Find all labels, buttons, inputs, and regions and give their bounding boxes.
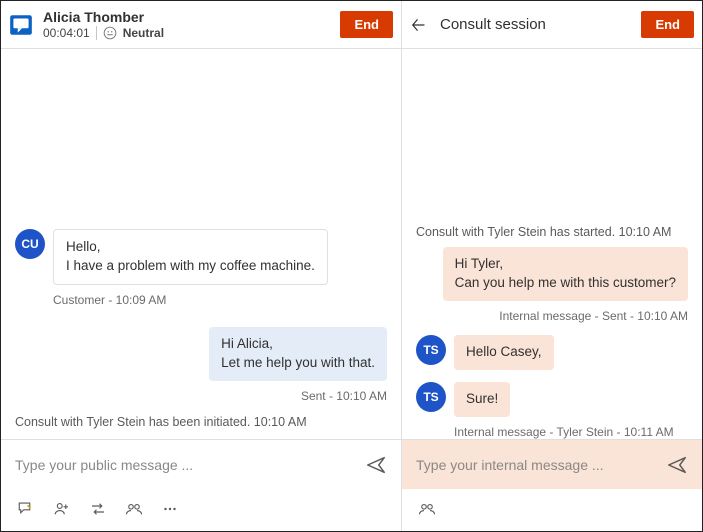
agent-message: Hi Alicia, Let me help you with that.: [15, 327, 387, 381]
transfer-icon[interactable]: [89, 500, 107, 518]
message-meta: Internal message - Tyler Stein - 10:11 A…: [454, 425, 688, 439]
back-icon[interactable]: [408, 15, 428, 35]
consult-avatar: TS: [416, 335, 446, 365]
message-bubble: Hi Alicia, Let me help you with that.: [209, 327, 387, 381]
message-line: I have a problem with my coffee machine.: [66, 257, 315, 276]
internal-in-message: TS Hello Casey,: [416, 335, 688, 370]
internal-composer: [402, 439, 702, 489]
end-consult-button[interactable]: End: [641, 11, 694, 38]
message-bubble: Hi Tyler, Can you help me with this cust…: [443, 247, 688, 301]
consult-header: Consult session End: [402, 1, 702, 49]
session-timer: 00:04:01: [43, 26, 90, 40]
end-customer-button[interactable]: End: [340, 11, 393, 38]
message-bubble: Hello Casey,: [454, 335, 554, 370]
message-line: Hello,: [66, 238, 315, 257]
message-line: Hi Alicia,: [221, 335, 375, 354]
customer-messages: CU Hello, I have a problem with my coffe…: [1, 49, 401, 439]
consult-title: Consult session: [440, 16, 633, 33]
message-meta: Customer - 10:09 AM: [53, 293, 387, 307]
customer-header: Alicia Thomber 00:04:01 Neutral End: [1, 1, 401, 49]
quick-reply-icon[interactable]: [17, 500, 35, 518]
consult-toolbar: [402, 489, 702, 531]
consult-pane: Consult session End Consult with Tyler S…: [402, 1, 702, 531]
chat-toolbar: [1, 489, 401, 531]
public-message-input[interactable]: [15, 457, 357, 473]
internal-out-message: Hi Tyler, Can you help me with this cust…: [416, 247, 688, 301]
internal-message-input[interactable]: [416, 457, 658, 473]
message-line: Hi Tyler,: [455, 255, 676, 274]
message-meta: Sent - 10:10 AM: [15, 389, 387, 403]
sentiment-icon: [103, 26, 117, 40]
customer-avatar: CU: [15, 229, 45, 259]
consult-avatar: TS: [416, 382, 446, 412]
send-icon[interactable]: [365, 454, 387, 476]
divider: [96, 26, 97, 40]
public-composer: [1, 439, 401, 489]
consult-messages: Consult with Tyler Stein has started. 10…: [402, 49, 702, 439]
internal-in-message: TS Sure!: [416, 382, 688, 417]
send-icon[interactable]: [666, 454, 688, 476]
people-icon[interactable]: [125, 500, 143, 518]
sentiment-label: Neutral: [123, 26, 164, 40]
system-message: Consult with Tyler Stein has been initia…: [15, 409, 387, 431]
consult-icon[interactable]: [53, 500, 71, 518]
customer-name: Alicia Thomber: [43, 9, 332, 26]
message-line: Let me help you with that.: [221, 354, 375, 373]
customer-chat-pane: Alicia Thomber 00:04:01 Neutral End CU H…: [1, 1, 402, 531]
more-icon[interactable]: [161, 500, 179, 518]
message-meta: Internal message - Sent - 10:10 AM: [416, 309, 688, 323]
people-icon[interactable]: [418, 500, 436, 518]
message-line: Can you help me with this customer?: [455, 274, 676, 293]
chat-icon: [7, 11, 35, 39]
message-bubble: Hello, I have a problem with my coffee m…: [53, 229, 328, 285]
customer-message: CU Hello, I have a problem with my coffe…: [15, 229, 387, 285]
message-bubble: Sure!: [454, 382, 510, 417]
system-message: Consult with Tyler Stein has started. 10…: [416, 219, 688, 241]
